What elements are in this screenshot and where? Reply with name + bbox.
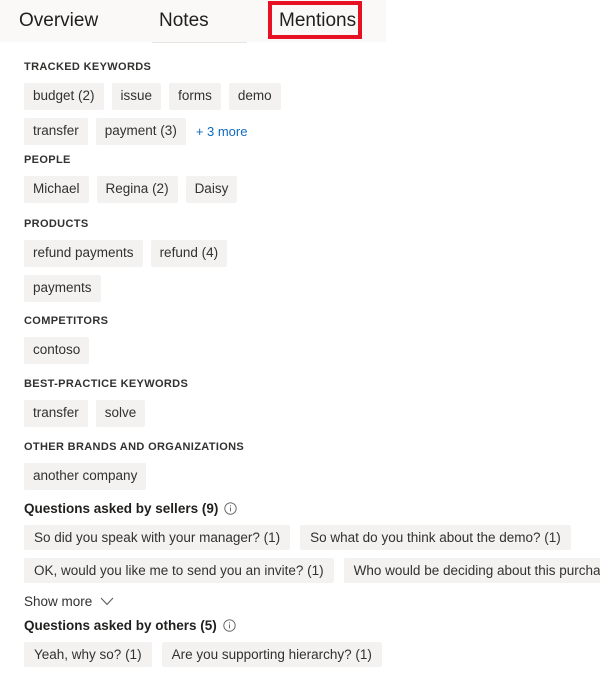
tab-mentions[interactable]: Mentions: [279, 0, 356, 42]
question-chip[interactable]: So what do you think about the demo? (1): [300, 525, 571, 550]
chevron-down-icon: [100, 597, 114, 606]
keyword-chip[interactable]: budget (2): [24, 83, 104, 110]
questions-row: Yeah, why so? (1) Are you supporting hie…: [24, 642, 382, 667]
keyword-chip[interactable]: transfer: [24, 117, 88, 145]
question-chip[interactable]: Are you supporting hierarchy? (1): [161, 642, 382, 667]
show-more-keywords-link[interactable]: + 3 more: [196, 124, 248, 139]
section-people: PEOPLE Michael Regina (2) Daisy: [0, 154, 238, 203]
section-questions-asked-by-others: Questions asked by others (5) Yeah, why …: [0, 618, 382, 667]
keyword-chip[interactable]: payment (3): [95, 117, 186, 145]
show-more-label: Show more: [24, 594, 93, 609]
question-chip[interactable]: Yeah, why so? (1): [24, 642, 152, 667]
person-chip[interactable]: Daisy: [185, 176, 238, 203]
tab-strip-divider: [152, 42, 247, 43]
questions-others-list: Yeah, why so? (1) Are you supporting hie…: [0, 642, 382, 667]
tab-notes[interactable]: Notes: [159, 0, 209, 42]
section-products: PRODUCTS refund payments refund (4) paym…: [0, 218, 254, 302]
section-title: BEST-PRACTICE KEYWORDS: [24, 378, 189, 390]
section-questions-asked-by-sellers: Questions asked by sellers (9) So did yo…: [0, 501, 600, 609]
section-title: PEOPLE: [24, 154, 71, 166]
best-practice-chip[interactable]: solve: [95, 400, 146, 427]
keyword-chip[interactable]: forms: [169, 83, 221, 110]
section-title: OTHER BRANDS AND ORGANIZATIONS: [24, 441, 245, 453]
keyword-chip[interactable]: issue: [111, 83, 162, 110]
tab-strip: Overview Notes Mentions: [0, 0, 600, 43]
section-best-practice-keywords: BEST-PRACTICE KEYWORDS transfer solve: [0, 378, 188, 427]
question-chip[interactable]: So did you speak with your manager? (1): [24, 525, 291, 550]
competitor-chip[interactable]: contoso: [24, 337, 90, 364]
questions-row: OK, would you like me to send you an inv…: [24, 558, 600, 583]
question-chip[interactable]: Who would be deciding about this purchas…: [343, 558, 600, 583]
product-chip[interactable]: refund (4): [150, 240, 228, 267]
questions-row: So did you speak with your manager? (1) …: [24, 525, 600, 550]
section-title: PRODUCTS: [24, 218, 89, 230]
section-other-brands: OTHER BRANDS AND ORGANIZATIONS another c…: [0, 441, 244, 490]
product-chip[interactable]: payments: [24, 274, 101, 302]
best-practice-chip[interactable]: transfer: [24, 400, 88, 427]
chip-list: contoso: [24, 337, 108, 364]
product-chip[interactable]: refund payments: [24, 240, 143, 267]
keyword-chip[interactable]: demo: [228, 83, 281, 110]
chip-list: refund payments refund (4) payments: [24, 240, 254, 302]
info-circle-icon[interactable]: [223, 619, 236, 632]
chip-list: another company: [24, 463, 244, 490]
brand-chip[interactable]: another company: [24, 463, 147, 490]
tab-overview[interactable]: Overview: [19, 0, 98, 42]
questions-sellers-list: So did you speak with your manager? (1) …: [0, 525, 600, 583]
questions-others-title: Questions asked by others (5): [24, 618, 217, 633]
tab-list: Overview Notes Mentions: [0, 0, 600, 42]
section-tracked-keywords: TRACKED KEYWORDS budget (2) issue forms …: [0, 61, 324, 145]
person-chip[interactable]: Michael: [24, 176, 89, 203]
questions-sellers-header: Questions asked by sellers (9): [0, 501, 600, 516]
questions-others-header: Questions asked by others (5): [0, 618, 382, 633]
question-chip[interactable]: OK, would you like me to send you an inv…: [24, 558, 334, 583]
questions-sellers-title: Questions asked by sellers (9): [24, 501, 219, 516]
section-title: TRACKED KEYWORDS: [24, 61, 152, 73]
chip-list: Michael Regina (2) Daisy: [24, 176, 238, 203]
person-chip[interactable]: Regina (2): [96, 176, 178, 203]
chip-list: budget (2) issue forms demo transfer pay…: [24, 83, 324, 145]
section-competitors: COMPETITORS contoso: [0, 315, 108, 364]
show-more-questions-button[interactable]: Show more: [0, 594, 114, 609]
section-title: COMPETITORS: [24, 315, 109, 327]
chip-list: transfer solve: [24, 400, 188, 427]
info-circle-icon[interactable]: [224, 502, 237, 515]
